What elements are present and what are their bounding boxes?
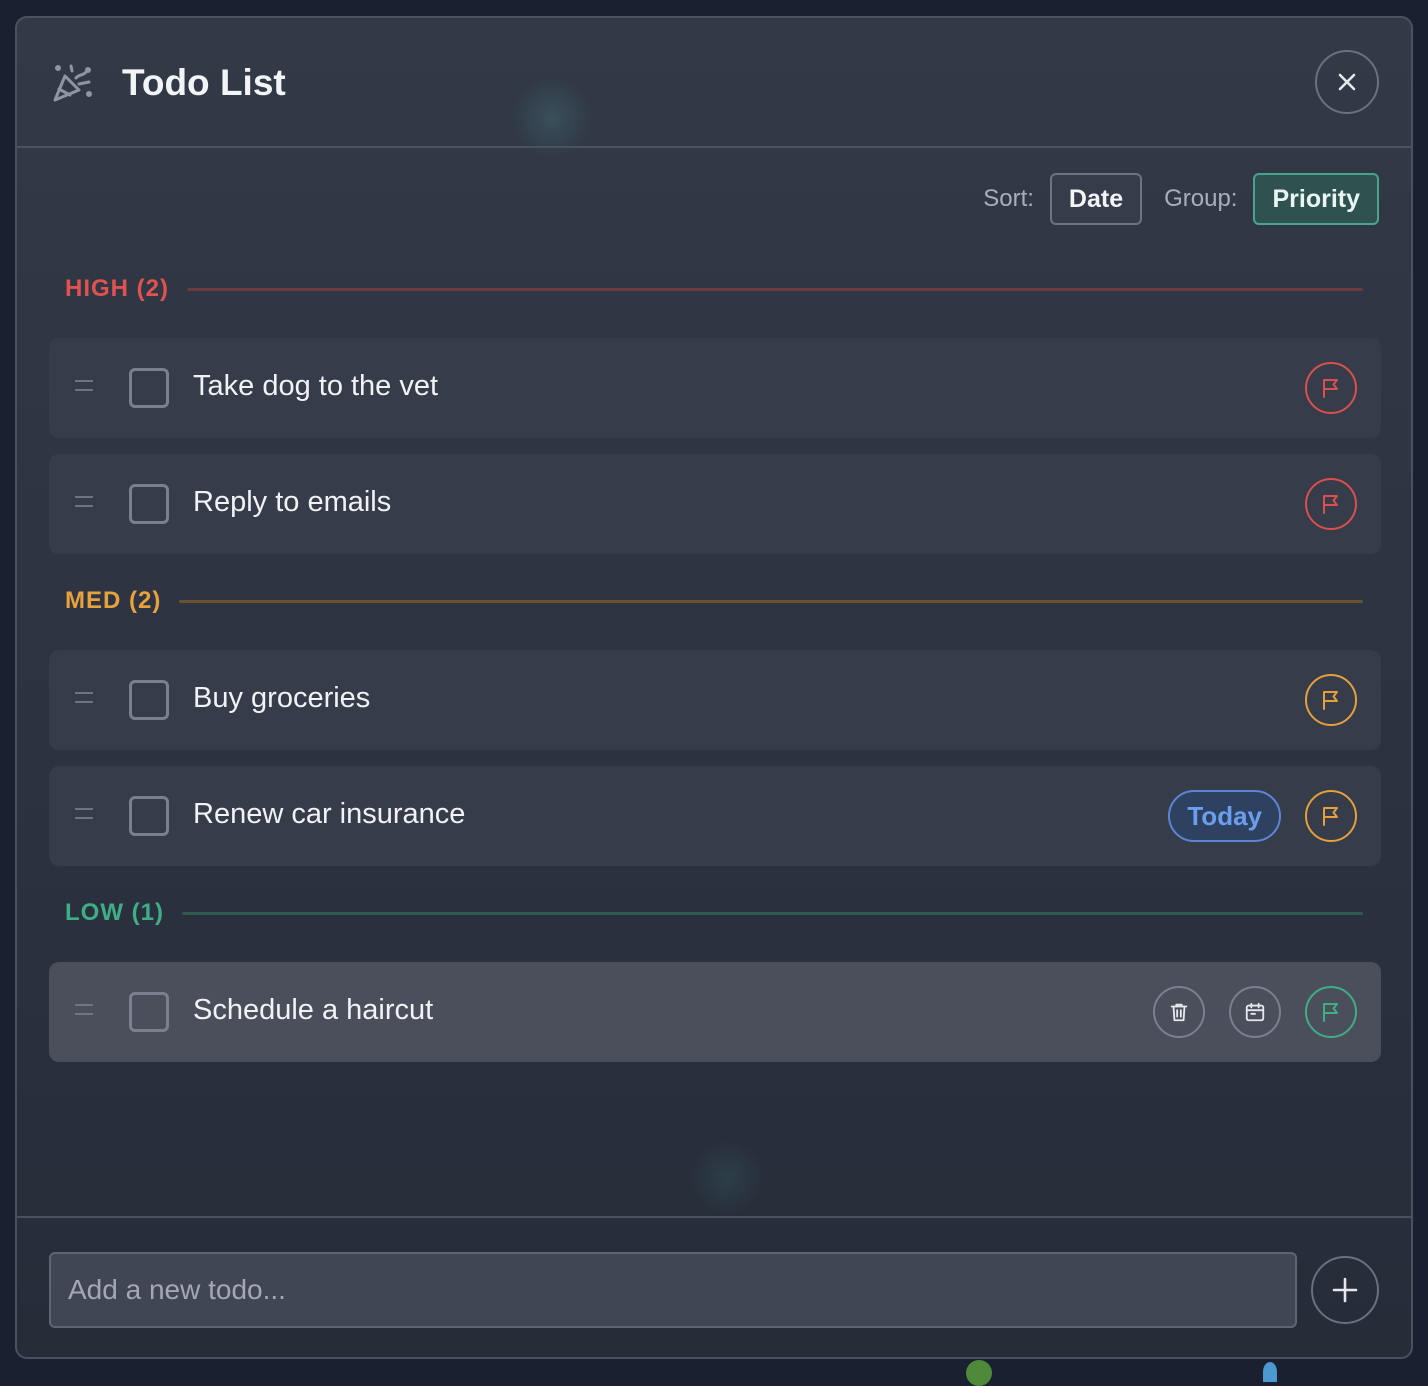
priority-flag-button[interactable] [1305, 478, 1357, 530]
flag-icon [1323, 807, 1338, 826]
sort-group-controls: Sort: Date Group: Priority [983, 173, 1379, 225]
todo-item[interactable]: Take dog to the vet [49, 338, 1381, 438]
close-button[interactable] [1315, 50, 1379, 114]
group-divider [181, 911, 1363, 915]
background-glow [687, 1138, 767, 1218]
priority-flag-button[interactable] [1305, 362, 1357, 414]
todo-text: Renew car insurance [193, 798, 466, 830]
todo-item[interactable]: Renew car insurance Today [49, 766, 1381, 866]
background-decoration [1263, 1362, 1277, 1382]
new-todo-input[interactable] [49, 1252, 1297, 1328]
delete-button[interactable] [1153, 986, 1205, 1038]
group-label: LOW (1) [65, 899, 164, 926]
todo-text: Schedule a haircut [193, 994, 434, 1026]
todo-text: Buy groceries [193, 682, 371, 714]
group-label: Group: [1164, 185, 1238, 212]
drag-handle-icon[interactable] [75, 692, 93, 706]
todo-window: Todo List Sort: Date Group: Priority HIG… [15, 16, 1413, 1359]
header: Todo List [17, 18, 1411, 148]
footer [17, 1216, 1411, 1357]
group-label: HIGH (2) [65, 275, 169, 302]
group-divider [179, 599, 1363, 603]
group-divider [187, 287, 1363, 291]
trash-icon [1170, 1003, 1188, 1022]
todo-checkbox[interactable] [129, 992, 169, 1032]
priority-flag-button[interactable] [1305, 674, 1357, 726]
todo-text: Reply to emails [193, 486, 392, 518]
todo-text: Take dog to the vet [193, 370, 439, 402]
flag-icon [1323, 495, 1338, 514]
drag-handle-icon[interactable] [75, 380, 93, 394]
group-header-low: LOW (1) [65, 898, 1363, 928]
group-header-high: HIGH (2) [65, 274, 1363, 304]
page-title: Todo List [122, 62, 286, 103]
flag-icon [1323, 691, 1338, 710]
todo-item[interactable]: Schedule a haircut [49, 962, 1381, 1062]
group-header-med: MED (2) [65, 586, 1363, 616]
add-todo-button[interactable] [1311, 1256, 1379, 1324]
todo-checkbox[interactable] [129, 796, 169, 836]
todo-checkbox[interactable] [129, 368, 169, 408]
priority-flag-button[interactable] [1305, 790, 1357, 842]
set-date-button[interactable] [1229, 986, 1281, 1038]
flag-icon [1323, 379, 1338, 398]
close-icon [1338, 73, 1356, 91]
flag-icon [1323, 1003, 1338, 1022]
background-decoration [966, 1360, 992, 1386]
group-label: MED (2) [65, 587, 162, 614]
plus-icon [1332, 1277, 1358, 1303]
group-priority-button[interactable]: Priority [1253, 173, 1379, 225]
due-date-badge[interactable]: Today [1168, 790, 1281, 842]
todo-item[interactable]: Reply to emails [49, 454, 1381, 554]
drag-handle-icon[interactable] [75, 1004, 93, 1018]
todo-item[interactable]: Buy groceries [49, 650, 1381, 750]
drag-handle-icon[interactable] [75, 496, 93, 510]
priority-flag-button[interactable] [1305, 986, 1357, 1038]
todo-checkbox[interactable] [129, 680, 169, 720]
sort-date-button[interactable]: Date [1049, 173, 1143, 225]
todo-checkbox[interactable] [129, 484, 169, 524]
party-popper-icon [53, 64, 92, 102]
drag-handle-icon[interactable] [75, 808, 93, 822]
calendar-icon [1245, 1002, 1265, 1022]
sort-label: Sort: [983, 185, 1034, 212]
